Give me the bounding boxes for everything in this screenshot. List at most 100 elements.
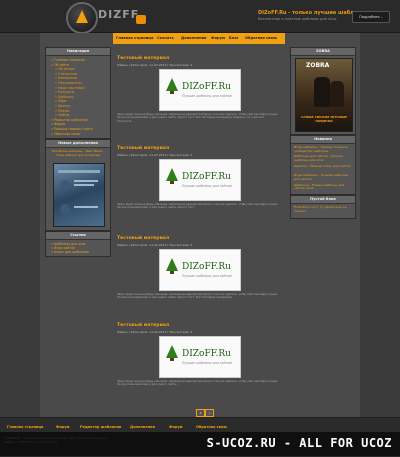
post-meta: Файлы | Категория: 11.02.2013 | Просмотр…: [117, 243, 193, 247]
navigation-item[interactable]: » Пользователи: [55, 81, 82, 85]
header-more-button[interactable]: Подробнее...: [352, 11, 390, 23]
game-banner-caption: САМЫЕ СВЕЖИЕ ИГРОВЫЕ НОВИНКИ: [300, 115, 348, 123]
post-title[interactable]: Тестовый материал: [117, 236, 169, 241]
navigation-item[interactable]: » Об сайте: [51, 63, 69, 67]
post-title[interactable]: Тестовый материал: [117, 146, 169, 151]
main-nav: Главная страница Скачать Дополнения Фору…: [113, 33, 285, 44]
navigation-item[interactable]: » Конкурсы: [55, 90, 74, 94]
nav-addons[interactable]: Дополнения: [181, 36, 206, 40]
banner-subtitle: Лучшие шаблоны для сайтов!: [182, 361, 233, 365]
game-block-title: ZOBRA: [291, 48, 355, 56]
new-additions-block: Новые дополнения WordPress шаблоны - Bes…: [45, 139, 111, 231]
banner-subtitle: Лучшие шаблоны для сайтов!: [182, 274, 233, 278]
post-meta: Файлы | Категория: 11.02.2013 | Просмотр…: [117, 330, 193, 334]
popular-item[interactable]: Шаблоны - Новые шаблоны для сайтов uCoz: [294, 183, 352, 192]
logo-icon[interactable]: [66, 2, 98, 34]
soldier-figure: [330, 81, 344, 107]
nav-blog[interactable]: Блог: [229, 36, 239, 40]
empty-block-text: Если блок пуст, то удалите его в панели.: [294, 205, 347, 213]
game-banner-name: ZOBRA: [306, 62, 330, 69]
tree-icon: [166, 258, 178, 271]
new-additions-title: Новые дополнения: [46, 140, 110, 148]
navigation-item[interactable]: » Иконки: [55, 104, 70, 108]
navigation-item[interactable]: » Материалы: [55, 76, 77, 80]
links-block-title: Ссылки: [46, 232, 110, 240]
footer-link-forum2[interactable]: Форум: [169, 425, 183, 429]
banner-title: DIZoFF.Ru: [182, 172, 231, 182]
post-title[interactable]: Тестовый материал: [117, 323, 169, 328]
footer-link-editor[interactable]: Редактор шаблонов: [80, 425, 121, 429]
logo-badge: [136, 15, 146, 24]
navigation-item[interactable]: » Статистика: [55, 72, 78, 76]
post-text: Здесь будет какое-нибудь описание, напис…: [117, 380, 278, 387]
site-header: DIZFF DIZoFF.Ru - только лучшие шаблоны …: [0, 0, 400, 34]
popular-item[interactable]: Шаблон - Тёмный стиль для сайтов: [294, 164, 352, 169]
pager-next[interactable]: »: [205, 409, 214, 417]
post-banner[interactable]: DIZoFF.Ru Лучшие шаблоны для сайтов!: [159, 336, 241, 378]
popular-block-title: Новинки: [291, 136, 355, 144]
pager-page-1[interactable]: 1: [196, 409, 205, 417]
tree-trunk-icon: [170, 91, 174, 94]
navigation-item[interactable]: » Файлы: [55, 113, 69, 117]
game-banner[interactable]: ZOBRA САМЫЕ СВЕЖИЕ ИГРОВЫЕ НОВИНКИ: [295, 58, 353, 132]
post-meta: Файлы | Категория: 11.02.2013 | Просмотр…: [117, 153, 193, 157]
banner-subtitle: Лучшие шаблоны для сайтов!: [182, 94, 233, 98]
empty-block: Пустой блок Если блок пуст, то удалите е…: [290, 195, 356, 219]
site-title: DIZoFF.Ru - только лучшие шаблоны: [258, 10, 366, 16]
post-banner[interactable]: DIZoFF.Ru Лучшие шаблоны для сайтов!: [159, 159, 241, 201]
nav-download[interactable]: Скачать: [157, 36, 174, 40]
banner-title: DIZoFF.Ru: [182, 262, 231, 272]
nav-contact[interactable]: Обратная связь: [245, 36, 277, 40]
logo-triangle-icon: [76, 10, 88, 23]
logo-text: DIZFF: [98, 8, 140, 21]
links-block: Ссылки » Шаблоны для ucoz » Игры сайтов …: [45, 231, 111, 257]
navigation-item[interactable]: » Обратная связь: [51, 132, 80, 136]
soldier-figure: [314, 77, 330, 107]
popular-item[interactable]: Шаблоны для сайтов - Лучшие шаблоны для …: [294, 155, 352, 163]
post-title[interactable]: Тестовый материал: [117, 56, 169, 61]
banner-subtitle: Лучшие шаблоны для сайтов!: [182, 184, 233, 188]
new-additions-text[interactable]: WordPress шаблоны - Best Tablet - темы ш…: [50, 149, 106, 158]
navigation-block: Навигация » Главная страница» Об сайте» …: [45, 47, 111, 139]
site-subtitle: Бесплатные и платные шаблоны для uCoz: [258, 17, 337, 21]
banner-title: DIZoFF.Ru: [182, 349, 231, 359]
navigation-block-title: Навигация: [46, 48, 110, 56]
popular-item[interactable]: Игры шаблоны - Тёмное стильное сообществ…: [294, 145, 352, 154]
tree-trunk-icon: [170, 358, 174, 361]
post-banner[interactable]: DIZoFF.Ru Лучшие шаблоны для сайтов!: [159, 249, 241, 291]
tree-icon: [166, 78, 178, 91]
nav-forum[interactable]: Форум: [211, 36, 225, 40]
banner-title: DIZoFF.Ru: [182, 82, 231, 92]
link-item[interactable]: » Анонс для шаблонов: [51, 250, 89, 254]
tree-icon: [166, 345, 178, 358]
page-wrapper: Главная страница Скачать Дополнения Фору…: [40, 33, 360, 433]
navigation-item[interactable]: » Помощь новичку сайта: [51, 127, 93, 131]
empty-block-title: Пустой блок: [291, 196, 355, 204]
tree-trunk-icon: [170, 181, 174, 184]
watermark-bar: S-UCOZ.RU - ALL FOR UCOZ: [0, 432, 400, 456]
post-meta: Файлы | Категория: 11.02.2013 | Просмотр…: [117, 63, 193, 67]
nav-home[interactable]: Главная страница: [116, 36, 153, 40]
navigation-item[interactable]: » Об авторе: [55, 67, 75, 71]
post-banner[interactable]: DIZoFF.Ru Лучшие шаблоны для сайтов!: [159, 69, 241, 111]
post-text: Здесь будет какое-нибудь описание, напис…: [117, 113, 278, 123]
navigation-item[interactable]: » Обои: [55, 99, 66, 103]
footer-link-forum[interactable]: Форум: [56, 425, 70, 429]
watermark-text: S-UCOZ.RU - ALL FOR UCOZ: [206, 436, 392, 450]
navigation-item[interactable]: » Форум: [51, 122, 65, 126]
post-text: Здесь будет какое-нибудь описание, напис…: [117, 203, 278, 210]
navigation-item[interactable]: » Редактор шаблонов: [51, 118, 88, 122]
game-block: ZOBRA ZOBRA САМЫЕ СВЕЖИЕ ИГРОВЫЕ НОВИНКИ: [290, 47, 356, 135]
navigation-item[interactable]: » Наши партнёры: [55, 86, 85, 90]
footer-link-contact[interactable]: Обратная связь: [196, 425, 227, 429]
footer-link-home[interactable]: Главная страница: [7, 425, 43, 429]
popular-block: Новинки Игры шаблоны - Тёмное стильное с…: [290, 135, 356, 195]
navigation-item[interactable]: » Главная страница: [51, 58, 85, 62]
new-additions-thumbnail[interactable]: [53, 163, 105, 227]
popular-item[interactable]: Игры шаблоны - Лучшие шаблоны для сайтов: [294, 173, 352, 182]
tree-icon: [166, 168, 178, 181]
tree-trunk-icon: [170, 271, 174, 274]
footer-link-addons[interactable]: Дополнения: [130, 425, 155, 429]
navigation-item[interactable]: » Разное: [55, 109, 70, 113]
navigation-item[interactable]: » Шаблоны: [55, 95, 74, 99]
